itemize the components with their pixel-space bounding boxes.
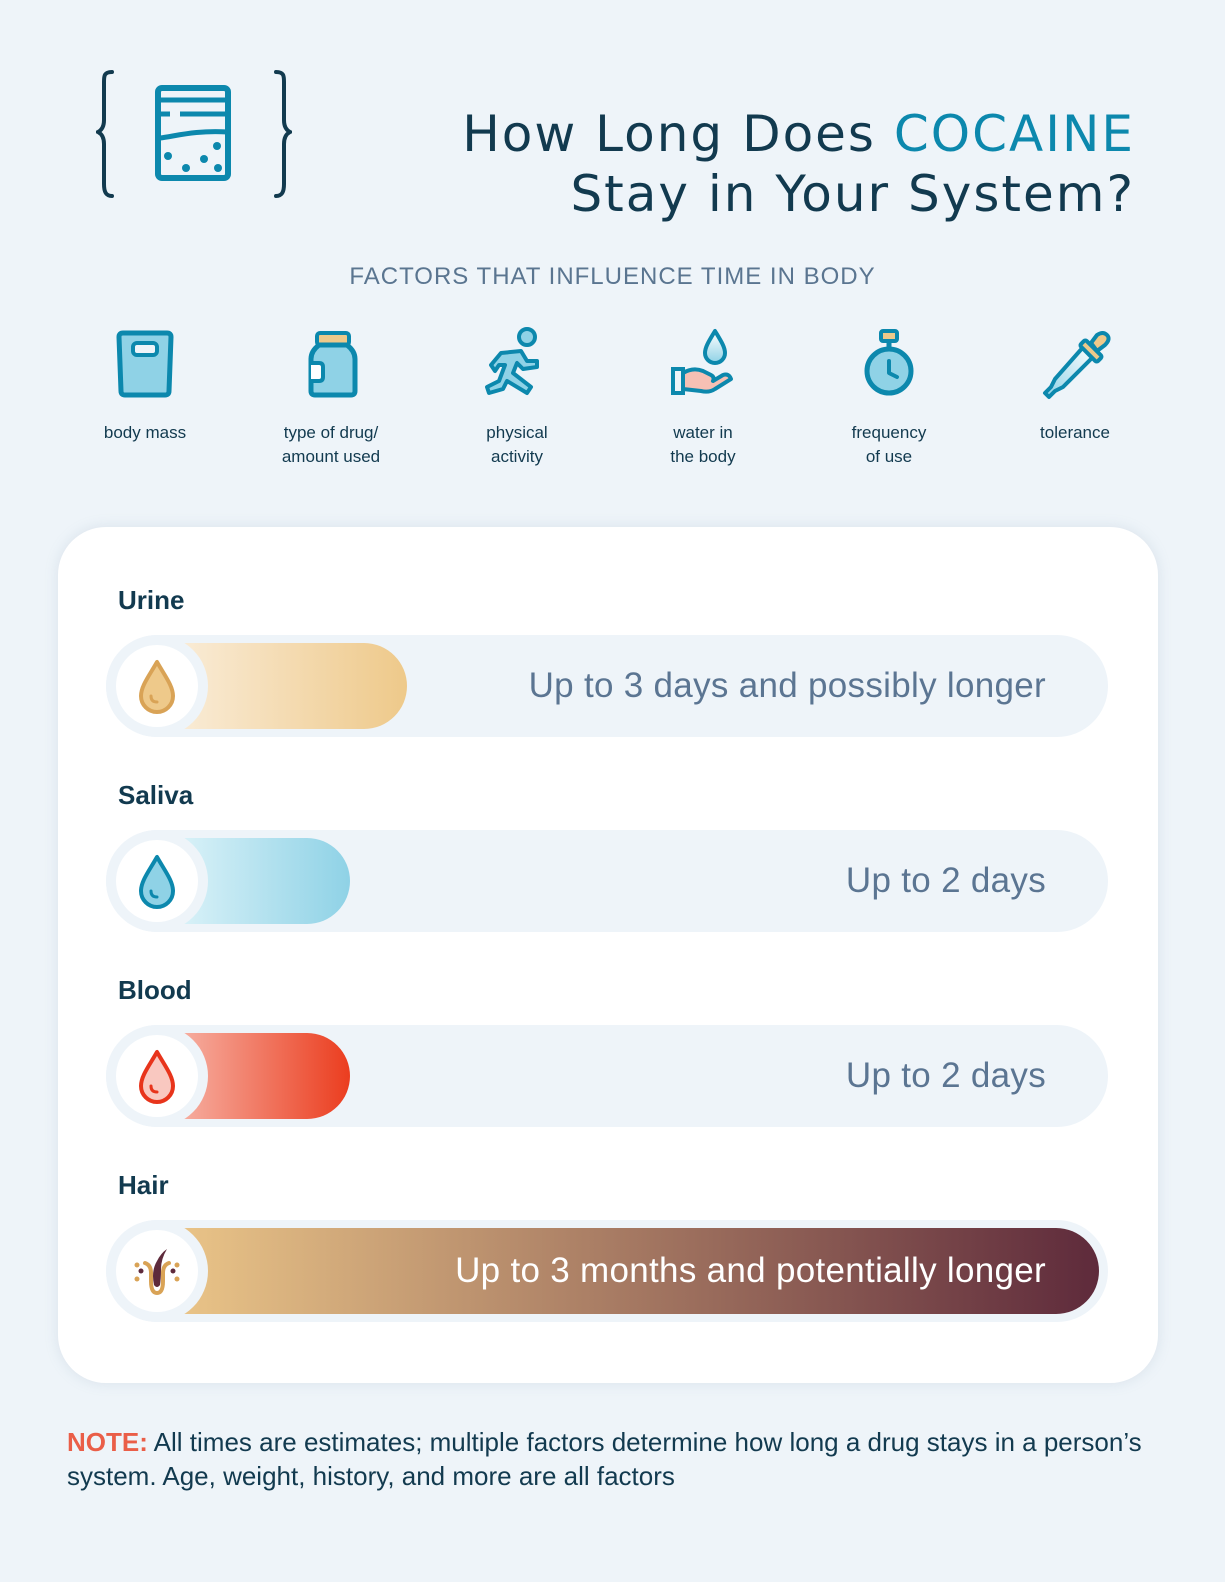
drug-bag-icon	[96, 70, 292, 198]
test-duration: Up to 3 months and potentially longer	[455, 1251, 1046, 1290]
test-icon-bubble	[106, 635, 208, 737]
note-label: NOTE:	[67, 1427, 148, 1457]
test-icon-bubble	[106, 1220, 208, 1322]
test-label: Blood	[118, 975, 192, 1005]
hair-follicle-icon	[134, 1249, 180, 1296]
factor-item: type of drug/ amount used	[238, 325, 424, 475]
pill-jar-icon	[308, 331, 358, 398]
detection-card: Urine Up to 3 days and possibly longer S…	[58, 527, 1158, 1383]
title-prefix: How Long Does	[462, 104, 894, 163]
factor-label: body mass	[103, 423, 187, 442]
test-label: Urine	[118, 585, 185, 615]
factor-item: water in the body	[610, 325, 796, 475]
factor-item: body mass	[52, 325, 238, 475]
title-line2: Stay in Your System?	[570, 164, 1135, 223]
test-track: Up to 3 days and possibly longer	[106, 635, 1108, 737]
factor-item: physical activity	[424, 325, 610, 475]
title-accent: COCAINE	[893, 104, 1135, 163]
factor-item: tolerance	[982, 325, 1168, 475]
factors-list: body mass type of drug/ amount used phys…	[52, 325, 1172, 475]
test-label: Saliva	[118, 780, 194, 810]
blood-drop-icon	[139, 1050, 175, 1104]
test-track: Up to 2 days	[106, 1025, 1108, 1127]
dropper-icon	[1043, 331, 1111, 399]
stopwatch-icon	[864, 329, 914, 396]
test-duration: Up to 2 days	[845, 1056, 1046, 1095]
factor-label: frequency of use	[851, 423, 927, 466]
footnote: NOTE: All times are estimates; multiple …	[67, 1425, 1167, 1493]
factor-label: water in the body	[670, 423, 736, 466]
saliva-drop-icon	[139, 855, 175, 909]
factor-label: tolerance	[1040, 423, 1110, 442]
factor-label: type of drug/ amount used	[281, 423, 381, 466]
hand-water-drop-icon	[671, 329, 733, 395]
running-person-icon	[485, 327, 539, 395]
test-icon-bubble	[106, 1025, 208, 1127]
urine-drop-icon	[139, 660, 175, 714]
factor-item: frequency of use	[796, 325, 982, 475]
page-title: How Long Does COCAINE Stay in Your Syste…	[462, 104, 1135, 224]
test-track: Up to 3 months and potentially longer	[106, 1220, 1108, 1322]
test-duration: Up to 3 days and possibly longer	[528, 666, 1046, 705]
note-text: All times are estimates; multiple factor…	[67, 1427, 1142, 1491]
test-label: Hair	[118, 1170, 169, 1200]
factor-label: physical activity	[486, 423, 548, 466]
test-track: Up to 2 days	[106, 830, 1108, 932]
factors-heading: FACTORS THAT INFLUENCE TIME IN BODY	[349, 263, 876, 290]
test-icon-bubble	[106, 830, 208, 932]
test-duration: Up to 2 days	[845, 861, 1046, 900]
scale-icon	[116, 330, 174, 398]
